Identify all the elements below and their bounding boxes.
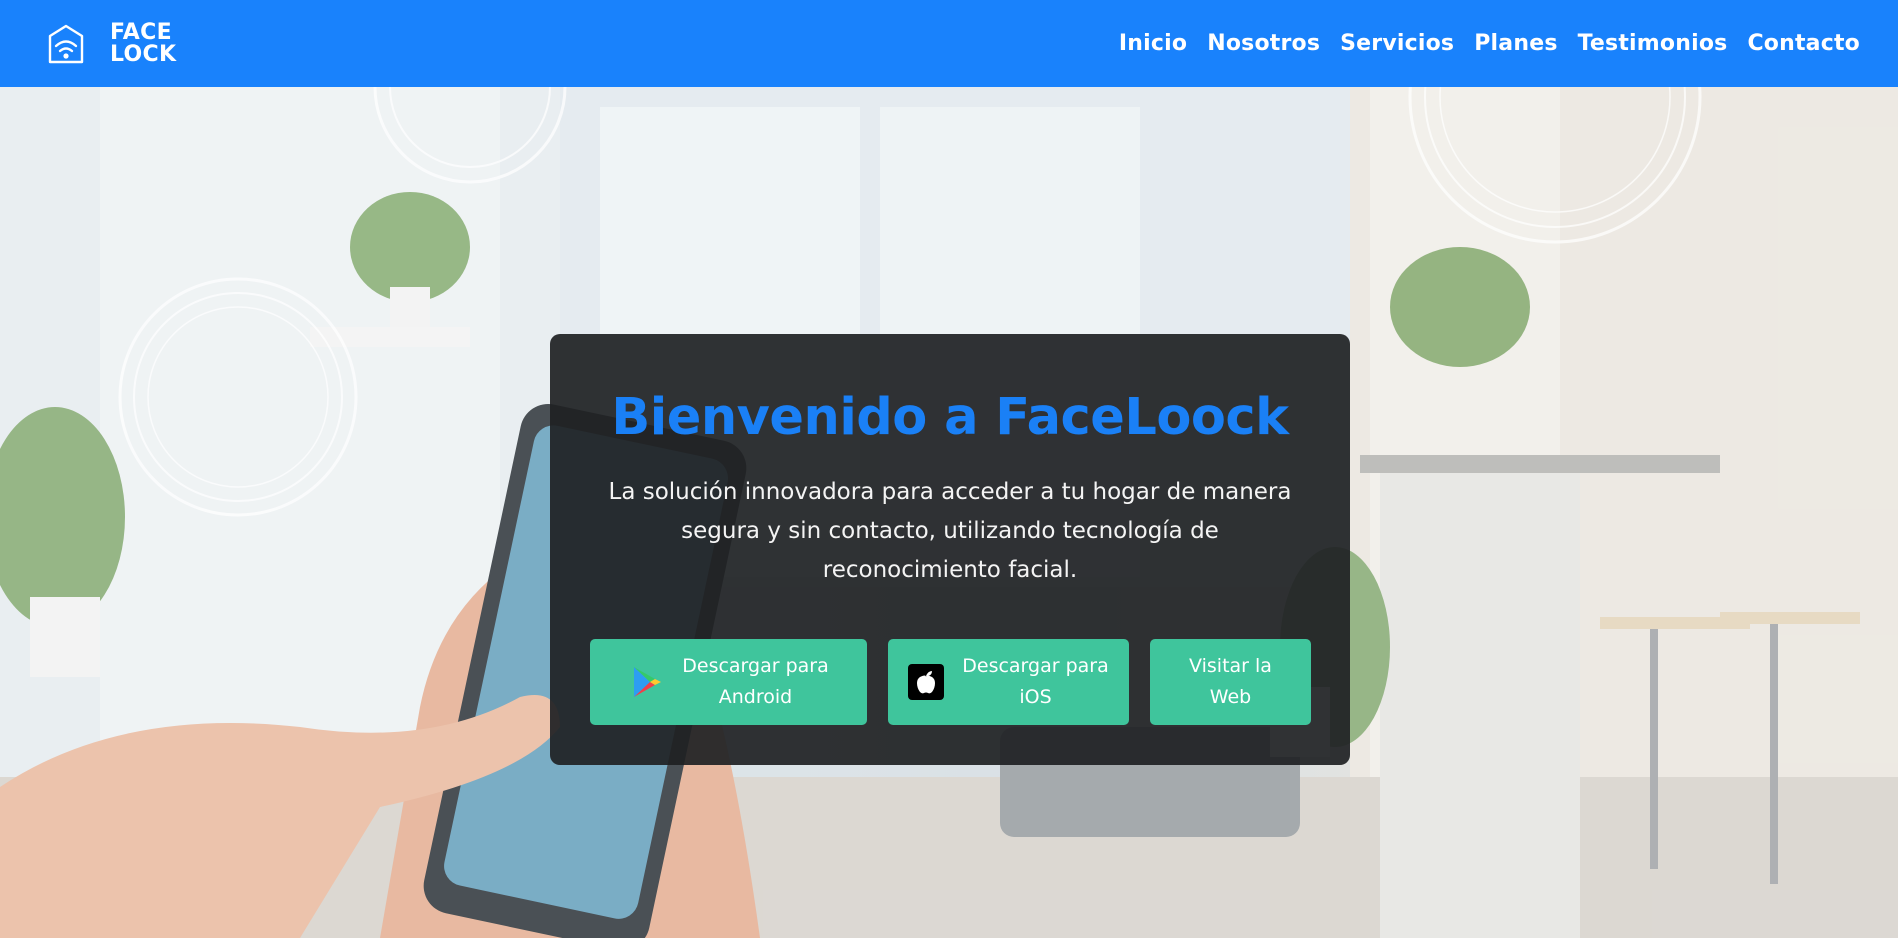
navbar: FACE LOCK Inicio Nosotros Servicios Plan…: [0, 0, 1898, 87]
download-ios-line-1: Descargar para: [962, 655, 1109, 677]
visit-web-line-2: Web: [1209, 686, 1252, 708]
visit-web-label: Visitar la Web: [1189, 651, 1272, 713]
visit-web-line-1: Visitar la: [1189, 655, 1272, 677]
download-ios-line-2: iOS: [1019, 686, 1052, 708]
hero-description: La solución innovadora para acceder a tu…: [608, 479, 1292, 583]
google-play-icon: [634, 667, 662, 697]
nav-link-contacto[interactable]: Contacto: [1747, 31, 1860, 56]
house-wifi-icon: [48, 24, 84, 63]
hero-title: Bienvenido a FaceLoock: [611, 388, 1289, 447]
brand[interactable]: FACE LOCK: [46, 19, 177, 67]
download-android-line-1: Descargar para: [682, 655, 829, 677]
download-ios-label: Descargar para iOS: [962, 651, 1109, 713]
brand-line-1: FACE: [110, 19, 172, 45]
visit-web-button[interactable]: Visitar la Web: [1150, 639, 1311, 725]
nav-link-testimonios[interactable]: Testimonios: [1578, 31, 1728, 56]
brand-line-2: LOCK: [110, 41, 177, 67]
download-android-button[interactable]: Descargar para Android: [590, 639, 867, 725]
nav-link-servicios[interactable]: Servicios: [1340, 31, 1454, 56]
download-buttons: Descargar para Android Descargar para iO…: [590, 639, 1311, 725]
apple-icon: [908, 664, 945, 700]
nav-link-planes[interactable]: Planes: [1474, 31, 1557, 56]
download-android-label: Descargar para Android: [682, 651, 829, 713]
download-ios-button[interactable]: Descargar para iOS: [888, 639, 1129, 725]
nav-link-inicio[interactable]: Inicio: [1119, 31, 1187, 56]
brand-name: FACE LOCK: [110, 19, 177, 67]
nav-link-nosotros[interactable]: Nosotros: [1207, 31, 1320, 56]
hero-card: Bienvenido a FaceLoock La solución innov…: [550, 334, 1350, 765]
main-nav: Inicio Nosotros Servicios Planes Testimo…: [1119, 31, 1860, 56]
download-android-line-2: Android: [718, 686, 793, 708]
